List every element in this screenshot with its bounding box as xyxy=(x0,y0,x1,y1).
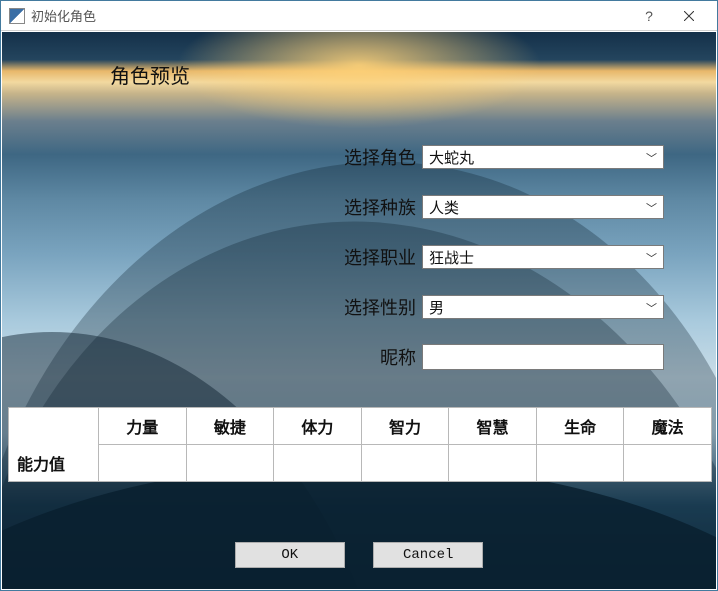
chevron-down-icon: ﹀ xyxy=(646,150,657,166)
app-icon xyxy=(9,8,25,24)
race-label: 选择种族 xyxy=(306,194,422,220)
chevron-down-icon: ﹀ xyxy=(646,300,657,316)
gender-select-value: 男 xyxy=(429,297,444,318)
gender-label: 选择性别 xyxy=(306,294,422,320)
close-icon xyxy=(684,11,694,21)
stats-value xyxy=(449,445,537,482)
job-select-value: 狂战士 xyxy=(429,247,474,268)
role-label: 选择角色 xyxy=(306,144,422,170)
stats-row-label: 能力值 xyxy=(9,445,99,482)
stats-value xyxy=(274,445,362,482)
job-select[interactable]: 狂战士 ﹀ xyxy=(422,245,664,269)
stats-header: 智慧 xyxy=(449,408,537,445)
stats-value xyxy=(186,445,274,482)
stats-header: 魔法 xyxy=(624,408,712,445)
race-select-value: 人类 xyxy=(429,197,459,218)
role-select[interactable]: 大蛇丸 ﹀ xyxy=(422,145,664,169)
chevron-down-icon: ﹀ xyxy=(646,250,657,266)
titlebar: 初始化角色 ? xyxy=(1,1,717,31)
stats-value xyxy=(536,445,624,482)
gender-select[interactable]: 男 ﹀ xyxy=(422,295,664,319)
cancel-button[interactable]: Cancel xyxy=(373,542,483,568)
role-select-value: 大蛇丸 xyxy=(429,147,474,168)
stats-table: 力量 敏捷 体力 智力 智慧 生命 魔法 能力值 xyxy=(8,407,712,482)
preview-heading: 角色预览 xyxy=(110,60,190,89)
stats-value-row: 能力值 xyxy=(9,445,712,482)
stats-header: 力量 xyxy=(99,408,187,445)
stats-header: 敏捷 xyxy=(186,408,274,445)
dialog-window: 初始化角色 ? 角色预览 选择角色 大蛇丸 xyxy=(0,0,718,591)
character-form: 选择角色 大蛇丸 ﹀ 选择种族 人类 ﹀ xyxy=(306,142,666,392)
chevron-down-icon: ﹀ xyxy=(646,200,657,216)
race-select[interactable]: 人类 ﹀ xyxy=(422,195,664,219)
ok-button[interactable]: OK xyxy=(235,542,345,568)
dialog-buttons: OK Cancel xyxy=(2,542,716,568)
job-label: 选择职业 xyxy=(306,244,422,270)
stats-header: 智力 xyxy=(361,408,449,445)
nickname-label: 昵称 xyxy=(306,344,422,370)
stats-value xyxy=(361,445,449,482)
stats-value xyxy=(99,445,187,482)
stats-header: 生命 xyxy=(536,408,624,445)
close-button[interactable] xyxy=(669,2,709,30)
stats-table-wrap: 力量 敏捷 体力 智力 智慧 生命 魔法 能力值 xyxy=(8,407,712,482)
nickname-input[interactable] xyxy=(422,344,664,370)
stats-value xyxy=(624,445,712,482)
stats-header: 体力 xyxy=(274,408,362,445)
window-title: 初始化角色 xyxy=(31,6,96,25)
help-button[interactable]: ? xyxy=(629,2,669,30)
stats-header-row: 力量 敏捷 体力 智力 智慧 生命 魔法 xyxy=(9,408,712,445)
